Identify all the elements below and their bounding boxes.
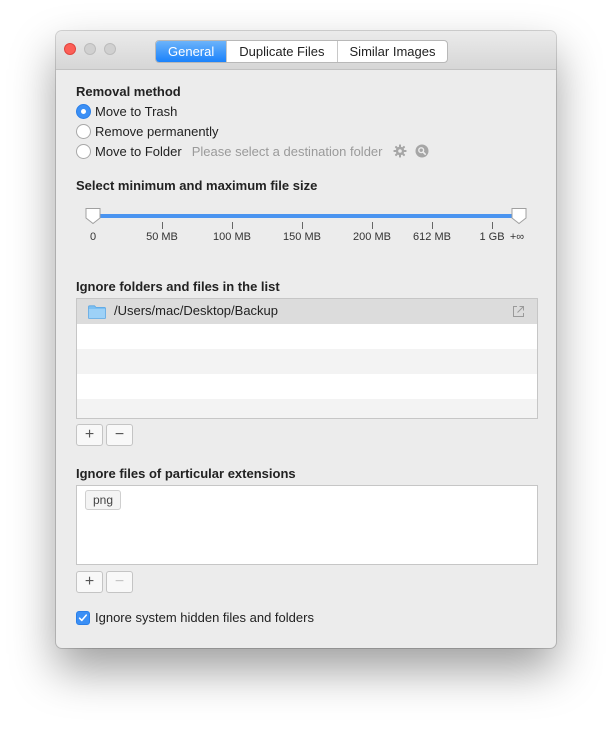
radio-label: Move to Trash	[95, 103, 178, 119]
magnifier-icon[interactable]	[415, 144, 429, 158]
add-folder-button[interactable]: +	[76, 424, 103, 446]
tab-duplicate-files[interactable]: Duplicate Files	[226, 41, 336, 62]
empty-list-row	[77, 399, 537, 418]
slider-tick	[432, 222, 433, 229]
tab-general[interactable]: General	[156, 41, 227, 62]
minimize-window-button[interactable]	[84, 43, 96, 55]
checkbox-label: Ignore system hidden files and folders	[95, 610, 314, 625]
slider-tick	[372, 222, 373, 229]
radio-move-to-trash[interactable]: Move to Trash	[76, 102, 177, 120]
destination-folder-placeholder[interactable]: Please select a destination folder	[192, 144, 383, 159]
ignore-folders-title: Ignore folders and files in the list	[76, 279, 280, 294]
tick-label-612mb: 612 MB	[413, 231, 451, 243]
extensions-token-field[interactable]: png	[76, 485, 538, 565]
preferences-tab-bar: General Duplicate Files Similar Images	[155, 40, 449, 63]
reveal-in-finder-icon[interactable]	[512, 305, 525, 318]
radio-button-selected[interactable]	[76, 103, 91, 119]
gear-icon[interactable]	[393, 144, 407, 158]
ignore-hidden-files-checkbox[interactable]	[76, 610, 90, 625]
ignore-extensions-title: Ignore files of particular extensions	[76, 466, 296, 481]
empty-list-row	[77, 324, 537, 349]
radio-move-to-folder[interactable]: Move to Folder Please select a destinati…	[76, 142, 429, 160]
remove-extension-button[interactable]: −	[106, 571, 133, 593]
folder-icon	[88, 305, 106, 319]
radio-label: Remove permanently	[95, 123, 219, 139]
ignore-folders-list[interactable]: /Users/mac/Desktop/Backup	[76, 298, 538, 419]
min-size-slider-handle[interactable]	[84, 207, 102, 225]
remove-folder-button[interactable]: −	[106, 424, 133, 446]
close-window-button[interactable]	[64, 43, 76, 55]
max-size-slider-handle[interactable]	[510, 207, 528, 225]
tick-label-150mb: 150 MB	[283, 231, 321, 243]
tick-label-infinity: +∞	[509, 231, 525, 243]
tick-label-50mb: 50 MB	[146, 231, 178, 243]
empty-list-row	[77, 374, 537, 399]
zoom-window-button[interactable]	[104, 43, 116, 55]
tick-label-1gb: 1 GB	[479, 231, 505, 243]
file-size-range-track[interactable]	[92, 214, 520, 218]
extension-token[interactable]: png	[85, 490, 122, 510]
radio-button[interactable]	[76, 143, 91, 159]
file-size-title: Select minimum and maximum file size	[76, 178, 318, 193]
list-item[interactable]: /Users/mac/Desktop/Backup	[77, 299, 537, 324]
preferences-window: General Duplicate Files Similar Images R…	[56, 31, 556, 648]
ignore-hidden-files-option[interactable]: Ignore system hidden files and folders	[76, 610, 314, 625]
folder-path: /Users/mac/Desktop/Backup	[114, 303, 279, 318]
tab-similar-images[interactable]: Similar Images	[336, 41, 448, 62]
slider-tick	[162, 222, 163, 229]
radio-label: Move to Folder	[95, 143, 182, 159]
title-bar: General Duplicate Files Similar Images	[56, 31, 556, 70]
radio-button[interactable]	[76, 123, 91, 139]
tick-label-200mb: 200 MB	[353, 231, 391, 243]
slider-tick	[302, 222, 303, 229]
tick-label-100mb: 100 MB	[213, 231, 251, 243]
tick-label-0: 0	[89, 231, 97, 243]
checkmark-icon	[78, 613, 88, 621]
slider-tick	[492, 222, 493, 229]
add-extension-button[interactable]: +	[76, 571, 103, 593]
slider-tick	[232, 222, 233, 229]
empty-list-row	[77, 349, 537, 374]
radio-remove-permanently[interactable]: Remove permanently	[76, 122, 219, 140]
removal-method-title: Removal method	[76, 84, 181, 99]
